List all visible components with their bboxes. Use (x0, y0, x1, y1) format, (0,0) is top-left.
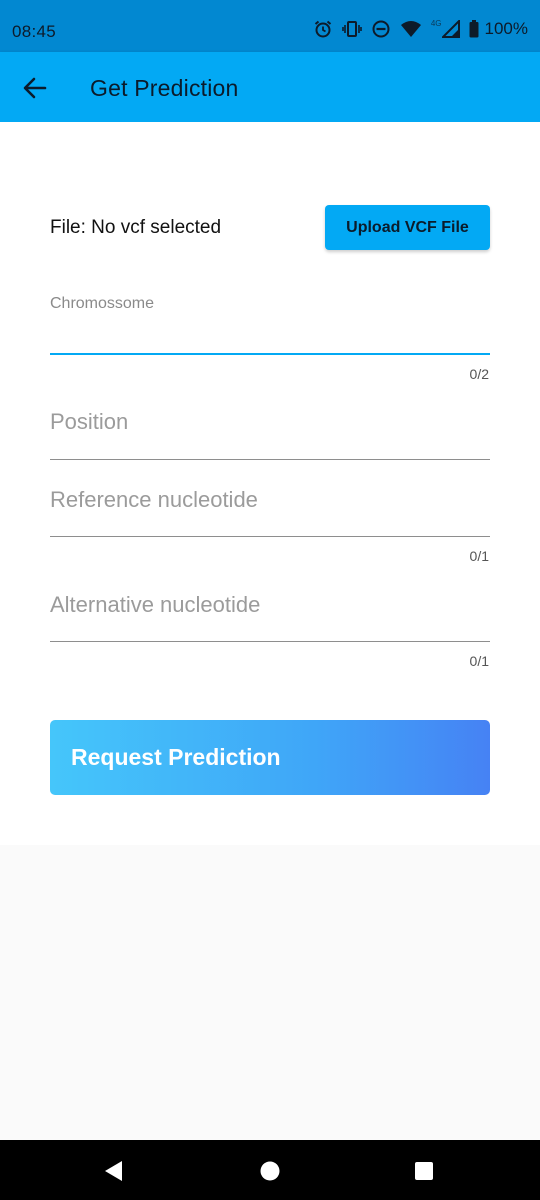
status-icons: 4G 100% (313, 19, 528, 39)
network-type-label: 4G (430, 18, 442, 28)
page-title: Get Prediction (90, 75, 239, 101)
status-bar: 08:45 4G 100% (0, 0, 540, 52)
app-bar: Get Prediction (0, 52, 540, 122)
upload-vcf-button[interactable]: Upload VCF File (325, 205, 490, 250)
back-triangle-icon[interactable] (101, 1158, 127, 1184)
status-time: 08:45 (12, 22, 57, 41)
wifi-icon (400, 20, 422, 38)
request-prediction-button[interactable]: Request Prediction (50, 720, 490, 795)
chromosome-counter: 0/2 (469, 366, 489, 382)
do-not-disturb-icon (371, 19, 391, 39)
reference-nucleotide-counter: 0/1 (469, 548, 489, 564)
position-field[interactable]: Position (50, 405, 490, 461)
reference-nucleotide-label: Reference nucleotide (50, 487, 258, 512)
alternative-nucleotide-counter: 0/1 (469, 653, 489, 669)
reference-nucleotide-underline (50, 536, 490, 537)
position-underline (50, 459, 490, 460)
chromosome-label: Chromossome (50, 295, 155, 312)
alternative-nucleotide-label: Alternative nucleotide (50, 592, 261, 617)
chromosome-underline (50, 353, 490, 355)
reference-nucleotide-field[interactable]: Reference nucleotide 0/1 (50, 482, 490, 564)
prediction-form: File: No vcf selected Upload VCF File Ch… (0, 122, 540, 845)
vibrate-icon (342, 19, 362, 39)
alternative-nucleotide-underline (50, 641, 490, 642)
recents-square-icon[interactable] (411, 1158, 437, 1184)
system-navigation-bar (0, 1140, 540, 1200)
file-status-label: File: No vcf selected (50, 217, 222, 238)
home-circle-icon[interactable] (257, 1158, 283, 1184)
alternative-nucleotide-field[interactable]: Alternative nucleotide 0/1 (50, 587, 490, 669)
position-label: Position (50, 409, 129, 434)
battery-percent: 100% (484, 19, 528, 38)
battery-icon (469, 20, 479, 38)
chromosome-field[interactable]: Chromossome 0/2 (50, 292, 490, 392)
alarm-icon (313, 19, 333, 39)
back-arrow-icon[interactable] (20, 73, 50, 103)
signal-icon (441, 20, 460, 38)
